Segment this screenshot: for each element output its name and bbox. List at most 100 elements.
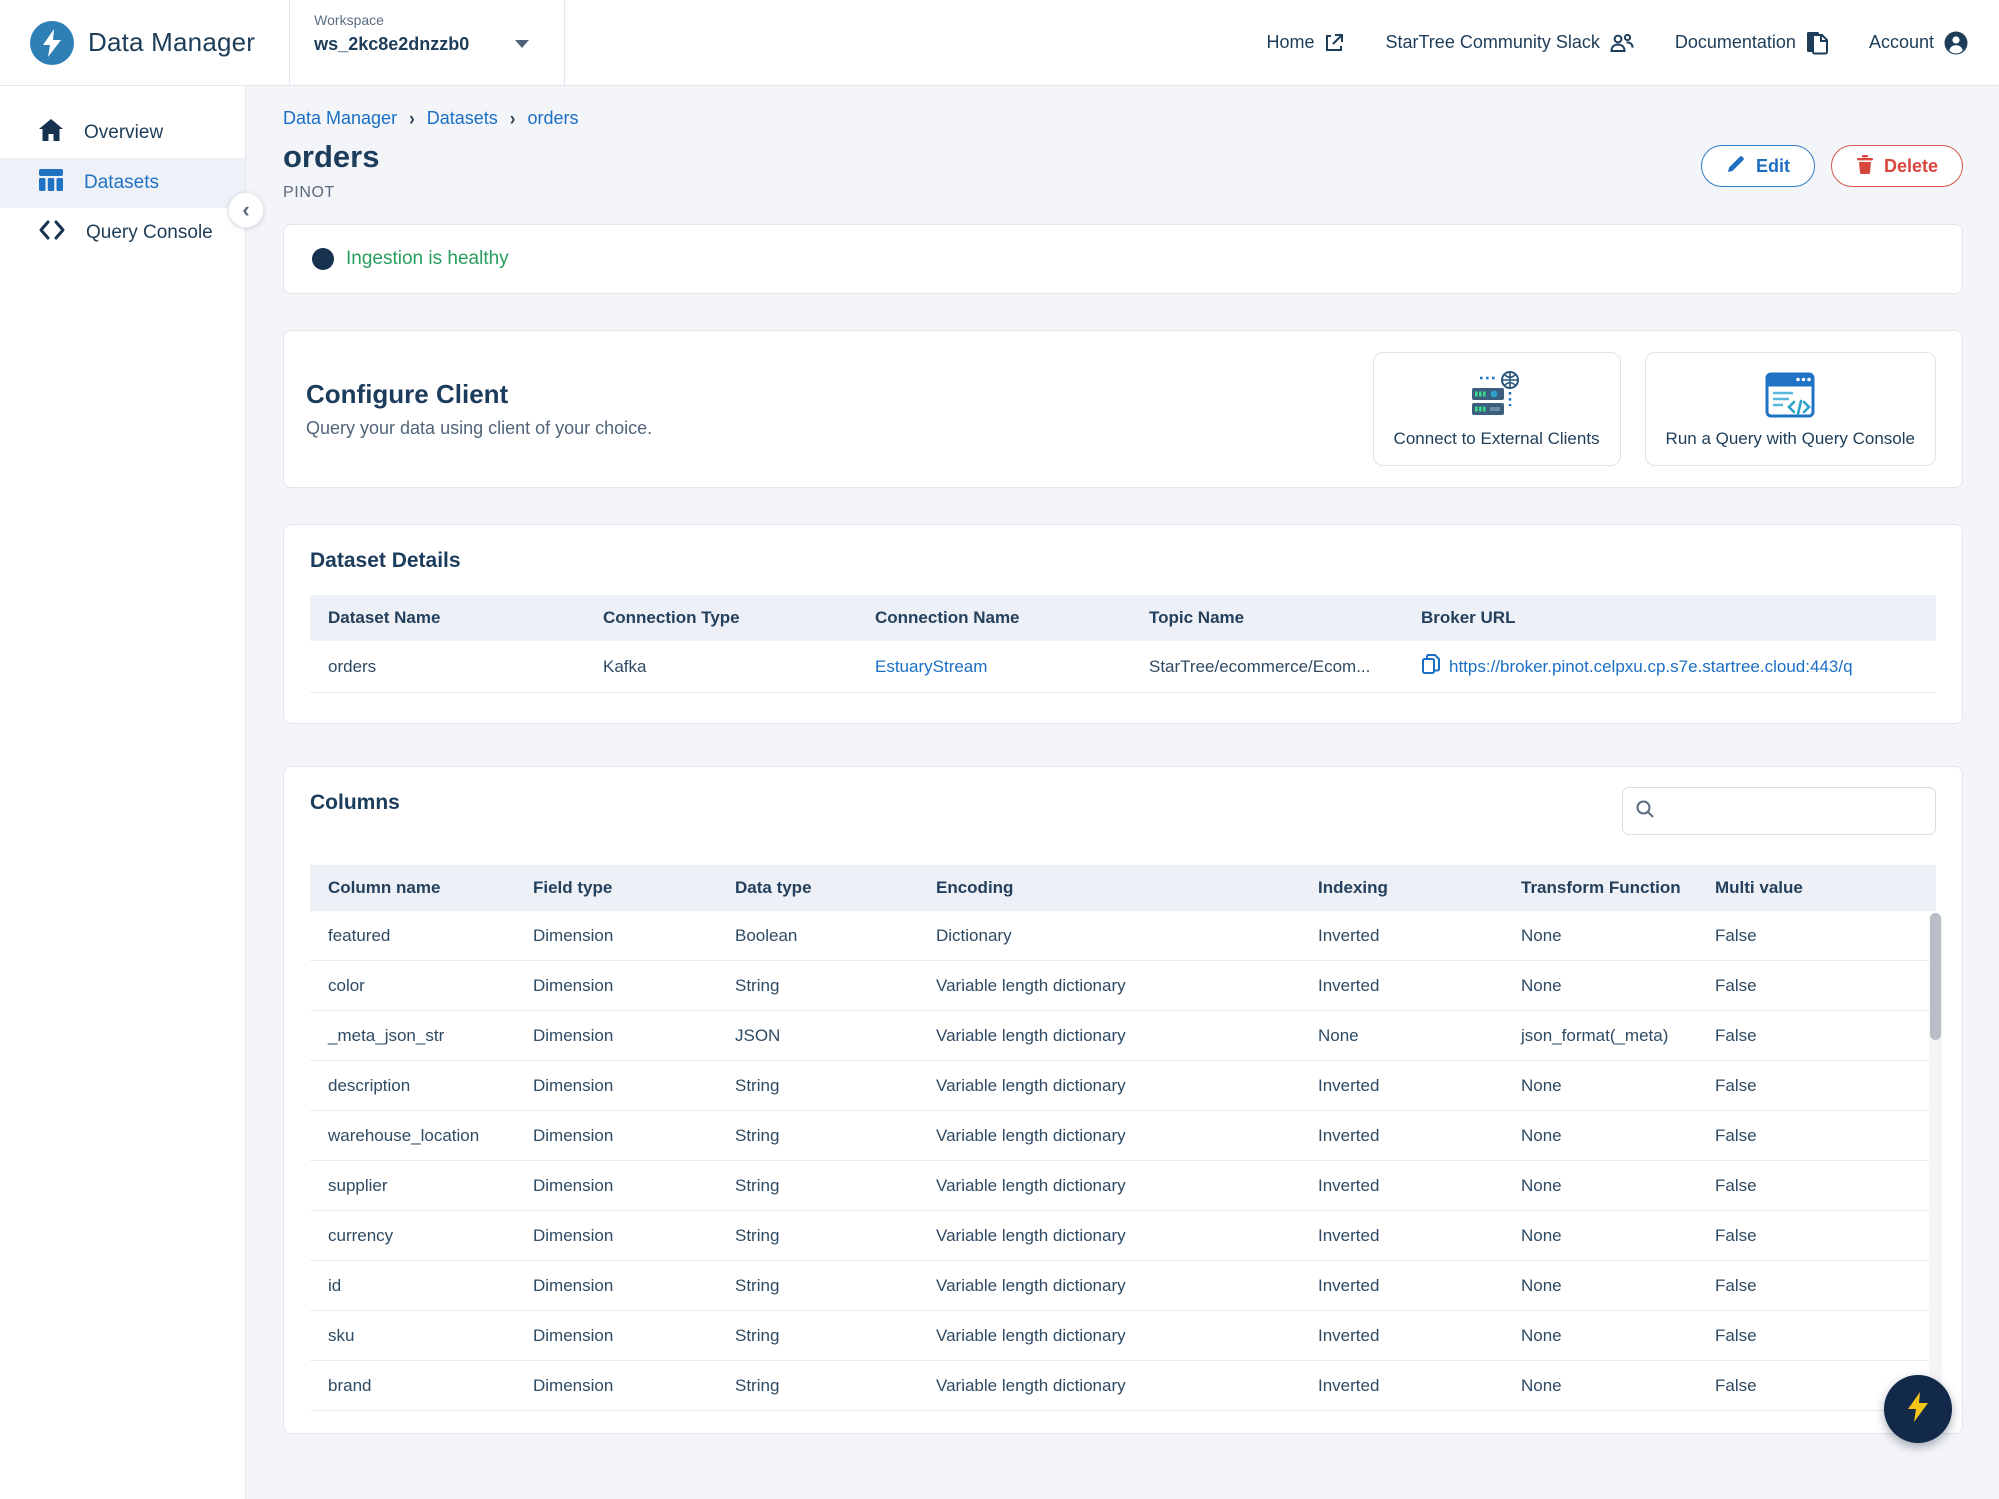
indexing-cell: Inverted	[1318, 925, 1380, 945]
column-name-cell: supplier	[328, 1175, 388, 1195]
transform-function-cell: None	[1521, 1225, 1562, 1245]
multi-value-cell: False	[1715, 1275, 1757, 1295]
sidebar-collapse-button[interactable]: ‹	[228, 192, 264, 228]
columns-header-row: Column name Field type Data type Encodin…	[310, 865, 1936, 911]
breadcrumb-current-orders: orders	[527, 108, 579, 128]
sidebar-item-label: Overview	[84, 122, 164, 143]
indexing-cell: None	[1318, 1025, 1359, 1045]
multi-value-cell: False	[1715, 975, 1757, 995]
dataset-details-title: Dataset Details	[310, 549, 461, 572]
assistant-fab-button[interactable]	[1884, 1375, 1952, 1443]
nav-account-label: Account	[1868, 32, 1934, 52]
edit-button[interactable]: Edit	[1700, 145, 1815, 187]
column-header: Dataset Name	[328, 608, 441, 627]
column-header: Data type	[735, 878, 812, 897]
column-header: Topic Name	[1149, 608, 1245, 627]
sidebar-item-label: Query Console	[86, 222, 213, 243]
run-query-console-card[interactable]: Run a Query with Query Console	[1644, 352, 1936, 466]
columns-title: Columns	[310, 791, 400, 814]
multi-value-cell: False	[1715, 1325, 1757, 1345]
nav-documentation[interactable]: Documentation	[1675, 30, 1829, 56]
sidebar-item-label: Datasets	[84, 172, 159, 193]
nav-slack-label: StarTree Community Slack	[1385, 32, 1600, 52]
delete-button-label: Delete	[1883, 155, 1938, 176]
field-type-cell: Dimension	[533, 1275, 614, 1295]
columns-panel: Columns Column name Field type Data type…	[283, 766, 1963, 1434]
multi-value-cell: False	[1715, 925, 1757, 945]
transform-function-cell: None	[1521, 1125, 1562, 1145]
table-row: currency Dimension String Variable lengt…	[310, 1211, 1936, 1261]
account-icon	[1943, 30, 1969, 56]
indexing-cell: Inverted	[1318, 1225, 1380, 1245]
field-type-cell: Dimension	[533, 1325, 614, 1345]
connection-type-cell: Kafka	[603, 656, 647, 676]
data-type-cell: JSON	[735, 1025, 781, 1045]
data-type-cell: String	[735, 1075, 780, 1095]
copy-icon[interactable]	[1421, 653, 1441, 680]
nav-home-label: Home	[1266, 32, 1315, 52]
encoding-cell: Variable length dictionary	[936, 1025, 1126, 1045]
nav-docs-label: Documentation	[1674, 32, 1796, 52]
column-name-cell: sku	[328, 1325, 355, 1345]
app-brand: Data Manager	[0, 20, 289, 65]
column-name-cell: id	[328, 1275, 342, 1295]
people-icon	[1609, 32, 1635, 54]
table-row: sku Dimension String Variable length dic…	[310, 1311, 1936, 1361]
search-input[interactable]	[1665, 801, 1923, 821]
column-header: Connection Type	[603, 608, 740, 627]
data-type-cell: String	[735, 1125, 780, 1145]
indexing-cell: Inverted	[1318, 1175, 1380, 1195]
main-content: Data Manager › Datasets › orders orders …	[246, 86, 1999, 1499]
columns-table-body: featured Dimension Boolean Dictionary In…	[310, 911, 1942, 1411]
broker-url-link[interactable]: https://broker.pinot.celpxu.cp.s7e.start…	[1449, 657, 1853, 677]
nav-home[interactable]: Home	[1266, 32, 1345, 54]
multi-value-cell: False	[1715, 1175, 1757, 1195]
encoding-cell: Variable length dictionary	[936, 1325, 1126, 1345]
data-type-cell: String	[735, 1175, 780, 1195]
nav-community-slack[interactable]: StarTree Community Slack	[1385, 32, 1634, 54]
pencil-icon	[1726, 154, 1746, 179]
sidebar: Overview Datasets Query Console	[0, 86, 246, 1499]
sidebar-item-query-console[interactable]: Query Console	[0, 208, 245, 258]
code-icon	[38, 219, 66, 247]
transform-function-cell: None	[1521, 1325, 1562, 1345]
sidebar-item-datasets[interactable]: Datasets	[0, 158, 245, 208]
transform-function-cell: None	[1521, 975, 1562, 995]
column-header: Indexing	[1318, 878, 1388, 897]
home-icon	[38, 118, 64, 148]
connect-external-clients-card[interactable]: Connect to External Clients	[1372, 352, 1621, 466]
documents-icon	[1805, 30, 1829, 56]
field-type-cell: Dimension	[533, 975, 614, 995]
app-window: Data Manager Workspace ws_2kc8e2dnzzb0 H…	[0, 0, 1999, 1499]
breadcrumb-separator-icon: ›	[509, 107, 516, 129]
table-row: description Dimension String Variable le…	[310, 1061, 1936, 1111]
datasets-icon	[38, 168, 64, 198]
column-name-cell: description	[328, 1075, 411, 1095]
encoding-cell: Variable length dictionary	[936, 1175, 1126, 1195]
encoding-cell: Dictionary	[936, 925, 1012, 945]
transform-function-cell: None	[1521, 1175, 1562, 1195]
encoding-cell: Variable length dictionary	[936, 1125, 1126, 1145]
status-dot-icon	[312, 248, 334, 270]
workspace-selector[interactable]: Workspace ws_2kc8e2dnzzb0	[289, 0, 566, 86]
delete-button[interactable]: Delete	[1830, 145, 1963, 187]
external-link-icon	[1323, 32, 1345, 54]
columns-search[interactable]	[1622, 787, 1936, 835]
page-subtitle: PINOT	[283, 184, 335, 201]
breadcrumb-datasets[interactable]: Datasets	[427, 108, 498, 129]
breadcrumb-data-manager[interactable]: Data Manager	[283, 108, 397, 129]
column-header: Field type	[533, 878, 613, 897]
nav-account[interactable]: Account	[1869, 30, 1969, 56]
connection-name-link[interactable]: EstuaryStream	[857, 657, 1131, 677]
sidebar-item-overview[interactable]: Overview	[0, 108, 245, 158]
page-title: orders	[283, 139, 380, 174]
multi-value-cell: False	[1715, 1125, 1757, 1145]
encoding-cell: Variable length dictionary	[936, 1275, 1126, 1295]
field-type-cell: Dimension	[533, 1225, 614, 1245]
breadcrumb-separator-icon: ›	[409, 107, 415, 129]
table-scrollbar-thumb[interactable]	[1930, 913, 1941, 1040]
top-header: Data Manager Workspace ws_2kc8e2dnzzb0 H…	[0, 0, 1999, 86]
ingestion-status-banner: Ingestion is healthy	[283, 224, 1963, 294]
indexing-cell: Inverted	[1318, 1275, 1380, 1295]
table-row: color Dimension String Variable length d…	[310, 961, 1936, 1011]
